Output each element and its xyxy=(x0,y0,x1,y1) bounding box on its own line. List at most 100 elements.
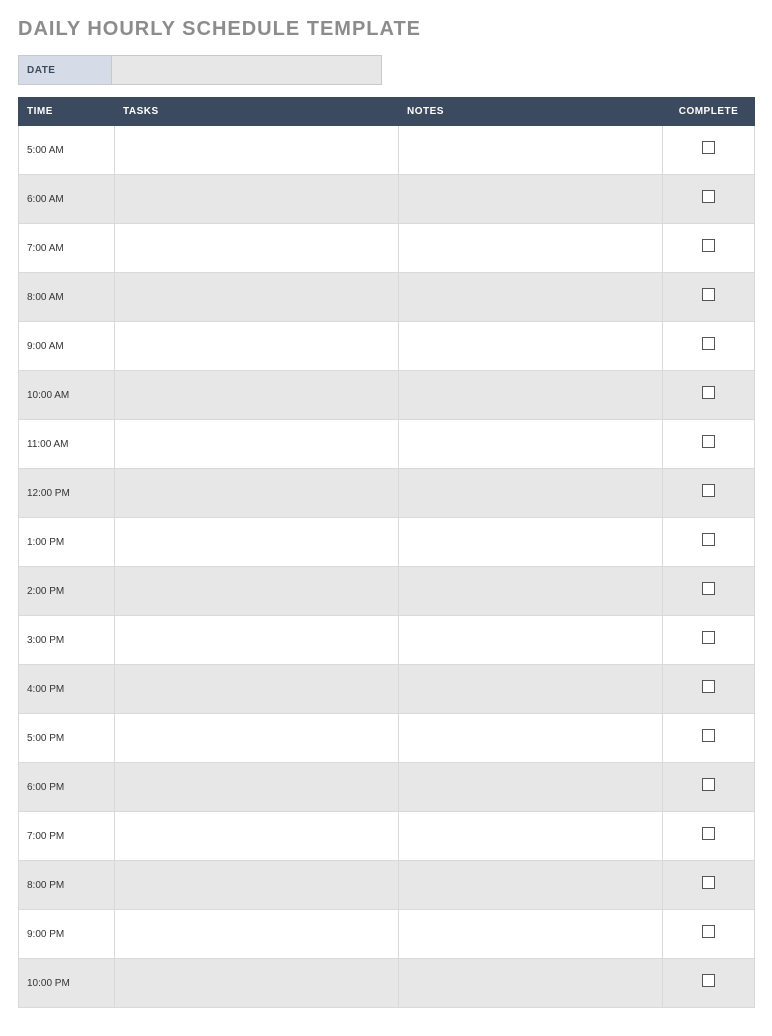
time-cell: 5:00 PM xyxy=(19,714,115,763)
complete-cell xyxy=(663,665,755,714)
tasks-cell[interactable] xyxy=(115,959,399,1008)
tasks-cell[interactable] xyxy=(115,665,399,714)
table-row: 10:00 PM xyxy=(19,959,755,1008)
time-cell: 8:00 AM xyxy=(19,273,115,322)
complete-checkbox[interactable] xyxy=(702,680,715,693)
table-row: 7:00 AM xyxy=(19,224,755,273)
notes-cell[interactable] xyxy=(399,420,663,469)
tasks-cell[interactable] xyxy=(115,518,399,567)
tasks-cell[interactable] xyxy=(115,910,399,959)
complete-checkbox[interactable] xyxy=(702,435,715,448)
time-cell: 6:00 PM xyxy=(19,763,115,812)
time-cell: 9:00 PM xyxy=(19,910,115,959)
tasks-cell[interactable] xyxy=(115,224,399,273)
table-row: 10:00 AM xyxy=(19,371,755,420)
complete-checkbox[interactable] xyxy=(702,386,715,399)
complete-checkbox[interactable] xyxy=(702,533,715,546)
time-cell: 3:00 PM xyxy=(19,616,115,665)
notes-cell[interactable] xyxy=(399,224,663,273)
tasks-cell[interactable] xyxy=(115,861,399,910)
complete-cell xyxy=(663,763,755,812)
notes-cell[interactable] xyxy=(399,665,663,714)
tasks-cell[interactable] xyxy=(115,420,399,469)
complete-checkbox[interactable] xyxy=(702,484,715,497)
time-cell: 8:00 PM xyxy=(19,861,115,910)
complete-checkbox[interactable] xyxy=(702,582,715,595)
complete-cell xyxy=(663,567,755,616)
complete-checkbox[interactable] xyxy=(702,827,715,840)
page-title: DAILY HOURLY SCHEDULE TEMPLATE xyxy=(18,18,754,41)
notes-cell[interactable] xyxy=(399,714,663,763)
complete-cell xyxy=(663,126,755,175)
tasks-cell[interactable] xyxy=(115,469,399,518)
notes-cell[interactable] xyxy=(399,763,663,812)
tasks-cell[interactable] xyxy=(115,126,399,175)
table-row: 3:00 PM xyxy=(19,616,755,665)
complete-checkbox[interactable] xyxy=(702,729,715,742)
notes-cell[interactable] xyxy=(399,126,663,175)
complete-checkbox[interactable] xyxy=(702,631,715,644)
complete-cell xyxy=(663,175,755,224)
complete-cell xyxy=(663,714,755,763)
complete-cell xyxy=(663,420,755,469)
time-cell: 10:00 AM xyxy=(19,371,115,420)
date-input[interactable] xyxy=(112,55,382,85)
tasks-cell[interactable] xyxy=(115,812,399,861)
tasks-cell[interactable] xyxy=(115,273,399,322)
time-cell: 11:00 AM xyxy=(19,420,115,469)
table-row: 5:00 PM xyxy=(19,714,755,763)
time-cell: 9:00 AM xyxy=(19,322,115,371)
table-row: 8:00 PM xyxy=(19,861,755,910)
notes-cell[interactable] xyxy=(399,959,663,1008)
complete-checkbox[interactable] xyxy=(702,239,715,252)
notes-cell[interactable] xyxy=(399,567,663,616)
table-row: 9:00 PM xyxy=(19,910,755,959)
time-cell: 7:00 PM xyxy=(19,812,115,861)
table-row: 2:00 PM xyxy=(19,567,755,616)
table-row: 7:00 PM xyxy=(19,812,755,861)
notes-cell[interactable] xyxy=(399,322,663,371)
complete-cell xyxy=(663,518,755,567)
complete-checkbox[interactable] xyxy=(702,778,715,791)
notes-cell[interactable] xyxy=(399,616,663,665)
notes-cell[interactable] xyxy=(399,273,663,322)
time-cell: 2:00 PM xyxy=(19,567,115,616)
complete-cell xyxy=(663,910,755,959)
date-label: DATE xyxy=(18,55,112,85)
tasks-cell[interactable] xyxy=(115,616,399,665)
complete-cell xyxy=(663,959,755,1008)
complete-checkbox[interactable] xyxy=(702,288,715,301)
notes-cell[interactable] xyxy=(399,910,663,959)
notes-cell[interactable] xyxy=(399,518,663,567)
complete-checkbox[interactable] xyxy=(702,925,715,938)
table-row: 1:00 PM xyxy=(19,518,755,567)
table-row: 9:00 AM xyxy=(19,322,755,371)
tasks-cell[interactable] xyxy=(115,567,399,616)
col-header-time: TIME xyxy=(19,98,115,126)
notes-cell[interactable] xyxy=(399,861,663,910)
notes-cell[interactable] xyxy=(399,371,663,420)
time-cell: 5:00 AM xyxy=(19,126,115,175)
complete-checkbox[interactable] xyxy=(702,974,715,987)
table-row: 4:00 PM xyxy=(19,665,755,714)
complete-cell xyxy=(663,322,755,371)
complete-checkbox[interactable] xyxy=(702,190,715,203)
tasks-cell[interactable] xyxy=(115,371,399,420)
notes-cell[interactable] xyxy=(399,469,663,518)
time-cell: 7:00 AM xyxy=(19,224,115,273)
complete-cell xyxy=(663,812,755,861)
complete-checkbox[interactable] xyxy=(702,876,715,889)
notes-cell[interactable] xyxy=(399,175,663,224)
time-cell: 10:00 PM xyxy=(19,959,115,1008)
complete-checkbox[interactable] xyxy=(702,337,715,350)
table-row: 5:00 AM xyxy=(19,126,755,175)
tasks-cell[interactable] xyxy=(115,322,399,371)
tasks-cell[interactable] xyxy=(115,175,399,224)
complete-cell xyxy=(663,616,755,665)
tasks-cell[interactable] xyxy=(115,714,399,763)
tasks-cell[interactable] xyxy=(115,763,399,812)
complete-cell xyxy=(663,224,755,273)
complete-checkbox[interactable] xyxy=(702,141,715,154)
table-row: 11:00 AM xyxy=(19,420,755,469)
notes-cell[interactable] xyxy=(399,812,663,861)
